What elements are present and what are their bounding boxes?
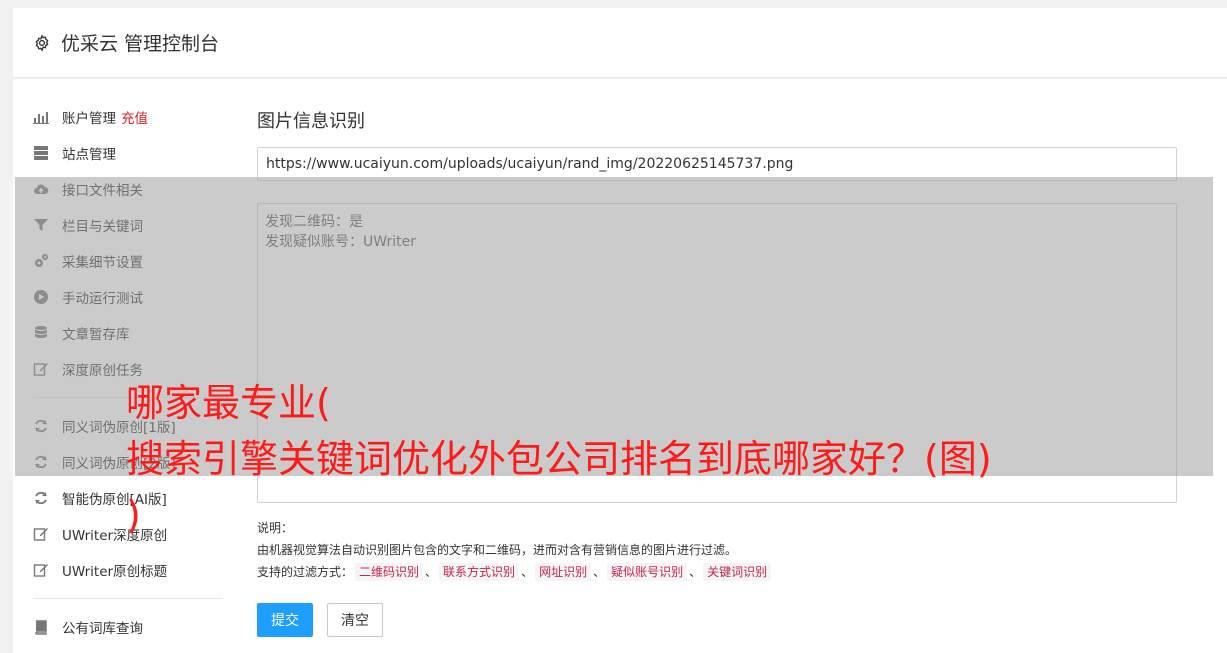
sidebar-item-label: 栏目与关键词 bbox=[62, 219, 143, 235]
image-url-input[interactable] bbox=[257, 147, 1177, 181]
filter-tag: 联系方式识别 bbox=[439, 563, 520, 581]
edit-icon bbox=[33, 361, 49, 377]
database-icon bbox=[33, 325, 49, 341]
sidebar-item-label: 公有词库查询 bbox=[62, 621, 143, 637]
sidebar-item[interactable]: 公有词库查询 bbox=[33, 609, 223, 645]
sidebar-divider bbox=[33, 397, 223, 398]
sidebar-item[interactable]: 手动运行测试 bbox=[33, 279, 223, 315]
filter-separator: 、 bbox=[593, 565, 606, 579]
server-icon bbox=[33, 145, 49, 161]
description: 说明： 由机器视觉算法自动识别图片包含的文字和二维码，进而对含有营销信息的图片进… bbox=[257, 517, 1177, 583]
sidebar: 账户管理 充值站点管理接口文件相关 栏目与关键词 采集细节设置 手动运行测试 文章暂存库深… bbox=[33, 99, 223, 645]
sidebar-item-label: 账户管理 bbox=[62, 111, 116, 127]
book-icon bbox=[33, 619, 49, 635]
sidebar-item[interactable]: UWriter原创标题 bbox=[33, 552, 223, 588]
app-header: 优采云 管理控制台 bbox=[13, 8, 1227, 78]
refresh-icon bbox=[33, 418, 49, 434]
content-area: 图片信息识别 发现二维码：是 发现疑似账号：UWriter 说明： 由机器视觉算… bbox=[257, 107, 1177, 637]
filter-tag: 二维码识别 bbox=[355, 563, 424, 581]
sidebar-item[interactable]: 深度原创任务 bbox=[33, 351, 223, 387]
sidebar-item-label: 文章暂存库 bbox=[62, 327, 130, 343]
sidebar-item[interactable]: UWriter深度原创 bbox=[33, 516, 223, 552]
desc-text: 由机器视觉算法自动识别图片包含的文字和二维码，进而对含有营销信息的图片进行过滤。 bbox=[257, 543, 738, 557]
main-panel: 账户管理 充值站点管理接口文件相关 栏目与关键词 采集细节设置 手动运行测试 文章暂存库深… bbox=[13, 79, 1227, 653]
page-title: 优采云 管理控制台 bbox=[61, 33, 220, 55]
filter-tag: 疑似账号识别 bbox=[607, 563, 688, 581]
recharge-link[interactable]: 充值 bbox=[121, 107, 148, 127]
desc-label: 说明： bbox=[257, 521, 294, 535]
filter-separator: 、 bbox=[425, 565, 438, 579]
cloud-upload-icon bbox=[33, 181, 49, 197]
section-title: 图片信息识别 bbox=[257, 111, 365, 132]
result-line: 发现二维码：是 bbox=[265, 214, 363, 230]
sidebar-item-label: 手动运行测试 bbox=[62, 291, 143, 307]
filter-label: 支持的过滤方式： bbox=[257, 565, 354, 579]
sidebar-item[interactable]: 栏目与关键词 bbox=[33, 207, 223, 243]
button-row: 提交 清空 bbox=[257, 603, 1177, 637]
sidebar-item[interactable]: 站点管理 bbox=[33, 135, 223, 171]
bar-chart-icon bbox=[33, 109, 49, 125]
sidebar-item-label: 同义词伪原创[2版] bbox=[62, 456, 176, 472]
sidebar-item[interactable]: 同义词伪原创[1版] bbox=[33, 408, 223, 444]
result-line: 发现疑似账号：UWriter bbox=[265, 234, 416, 250]
sidebar-item-label: 深度原创任务 bbox=[62, 363, 143, 379]
refresh-icon bbox=[33, 490, 49, 506]
filter-tag: 关键词识别 bbox=[703, 563, 772, 581]
sidebar-item[interactable]: 采集细节设置 bbox=[33, 243, 223, 279]
play-circle-icon bbox=[33, 289, 49, 305]
sidebar-item[interactable]: 接口文件相关 bbox=[33, 171, 223, 207]
sidebar-item[interactable]: 同义词伪原创[2版] bbox=[33, 444, 223, 480]
gear-icon bbox=[35, 33, 49, 52]
sidebar-item-label: 智能伪原创[AI版] bbox=[62, 492, 167, 508]
sidebar-item-label: UWriter深度原创 bbox=[62, 528, 168, 544]
sidebar-item[interactable]: 文章暂存库 bbox=[33, 315, 223, 351]
sidebar-item[interactable]: 账户管理 充值 bbox=[33, 99, 223, 135]
clear-button[interactable]: 清空 bbox=[327, 603, 383, 637]
sidebar-divider bbox=[33, 598, 223, 599]
edit-icon bbox=[33, 562, 49, 578]
sidebar-item-label: 接口文件相关 bbox=[62, 183, 143, 199]
filter-tag: 网址识别 bbox=[535, 563, 592, 581]
filter-separator: 、 bbox=[689, 565, 702, 579]
sidebar-item-label: 采集细节设置 bbox=[62, 255, 143, 271]
filter-list: 支持的过滤方式： 二维码识别、联系方式识别、网址识别、疑似账号识别、关键词识别 bbox=[257, 561, 1177, 583]
sidebar-item-label: UWriter原创标题 bbox=[62, 564, 168, 580]
sidebar-item-label: 站点管理 bbox=[62, 147, 116, 163]
sidebar-item[interactable]: 智能伪原创[AI版] bbox=[33, 480, 223, 516]
edit-icon bbox=[33, 526, 49, 542]
submit-button[interactable]: 提交 bbox=[257, 603, 313, 637]
cogs-icon bbox=[33, 253, 49, 269]
result-textarea[interactable]: 发现二维码：是 发现疑似账号：UWriter bbox=[257, 203, 1177, 503]
filter-separator: 、 bbox=[521, 565, 534, 579]
filter-icon bbox=[33, 217, 49, 233]
refresh-icon bbox=[33, 454, 49, 470]
sidebar-item-label: 同义词伪原创[1版] bbox=[62, 420, 176, 436]
